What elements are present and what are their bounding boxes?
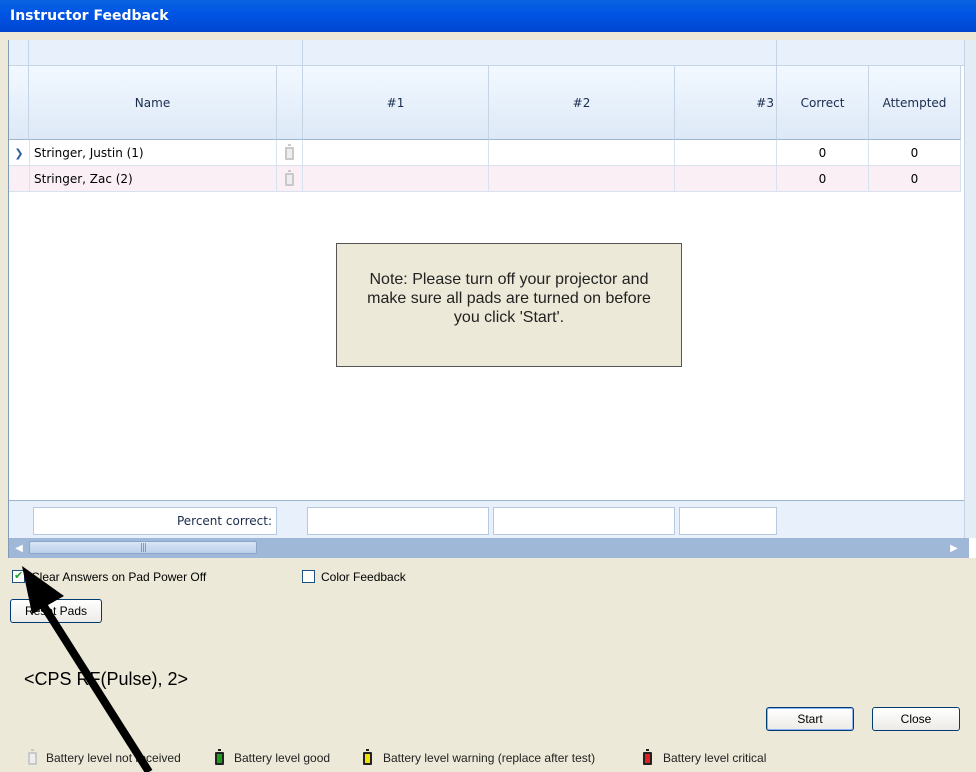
legend-warning: Battery level warning (replace after tes… [383,751,596,765]
column-header-q3[interactable]: #3 [675,66,777,140]
column-header-q1[interactable]: #1 [303,66,489,140]
start-button[interactable]: Start [766,707,854,731]
column-header-q2[interactable]: #2 [489,66,675,140]
column-header-correct[interactable]: Correct [777,66,869,140]
header-band [777,40,969,66]
student-name[interactable]: Stringer, Zac (2) [29,166,277,192]
start-note: Note: Please turn off your projector and… [336,243,682,367]
attempted-count: 0 [869,140,961,166]
answer-cell-q3[interactable] [675,166,777,192]
scroll-left-arrow-icon[interactable]: ◀ [12,541,26,555]
legend-critical: Battery level critical [663,751,767,765]
table-row[interactable]: ❯ Stringer, Justin (1) 0 0 [9,140,961,166]
color-feedback-label[interactable]: Color Feedback [321,570,406,584]
vertical-scrollbar[interactable] [964,40,976,538]
answer-cell-q1[interactable] [303,166,489,192]
column-header-attempted[interactable]: Attempted [869,66,961,140]
table-row[interactable]: Stringer, Zac (2) 0 0 [9,166,961,192]
current-row-arrow-icon: ❯ [14,146,24,160]
row-header-column [9,66,29,140]
correct-count: 0 [777,140,869,166]
row-header [9,166,29,192]
attempted-count: 0 [869,166,961,192]
legend-good: Battery level good [234,751,331,765]
answer-cell-q2[interactable] [489,166,675,192]
percent-correct-row: Percent correct: [9,500,969,538]
answer-cell-q2[interactable] [489,140,675,166]
close-button[interactable]: Close [872,707,960,731]
correct-count: 0 [777,166,869,192]
battery-not-received-icon [285,169,294,186]
answer-cell-q1[interactable] [303,140,489,166]
column-header-battery[interactable] [277,66,303,140]
header-band [303,40,777,66]
battery-critical-icon [643,749,652,765]
student-name[interactable]: Stringer, Justin (1) [29,140,277,166]
header-band [29,40,303,66]
answer-cell-q3[interactable] [675,140,777,166]
percent-correct-q1 [307,507,489,535]
horizontal-scrollbar[interactable]: ◀ ||| ▶ [9,538,969,558]
window-title: Instructor Feedback [0,0,976,32]
battery-warning-icon [363,749,372,765]
battery-not-received-icon [285,143,294,160]
percent-correct-q3 [679,507,777,535]
scroll-right-arrow-icon[interactable]: ▶ [947,541,961,555]
battery-good-icon [215,749,224,765]
color-feedback-checkbox[interactable] [302,570,315,583]
battery-cell [277,140,303,166]
percent-correct-q2 [493,507,675,535]
header-band [9,40,29,66]
percent-correct-label: Percent correct: [33,507,277,535]
scrollbar-thumb[interactable]: ||| [29,541,257,554]
battery-cell [277,166,303,192]
column-header-name[interactable]: Name [29,66,277,140]
annotation-arrow-icon [22,566,153,772]
